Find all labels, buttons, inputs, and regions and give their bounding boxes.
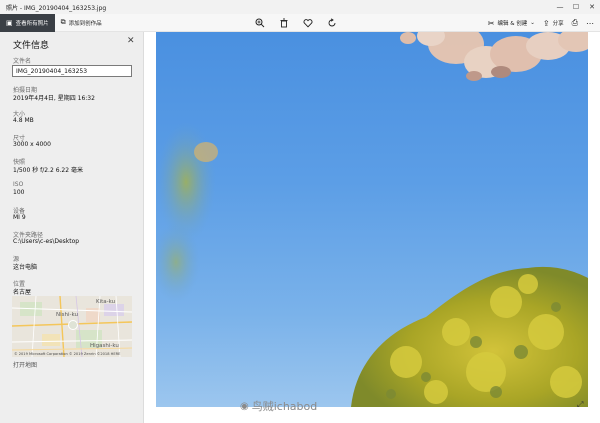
filename-label: 文件名 xyxy=(13,58,32,65)
open-map-link[interactable]: 打开地图 xyxy=(13,360,37,369)
size-value: 4.8 MB xyxy=(13,117,34,124)
edit-icon: ✂ xyxy=(487,18,495,28)
minimize-button[interactable]: — xyxy=(552,0,568,14)
watermark-text: 鸟贼ichabod xyxy=(251,400,318,413)
more-button[interactable]: ⋯ xyxy=(586,19,594,28)
location-map[interactable]: Kita-ku Nishi-ku Higashi-ku © 2019 Micro… xyxy=(12,296,132,357)
print-button[interactable]: ⎙ xyxy=(572,18,578,28)
resize-handle-icon[interactable]: ⤢ xyxy=(577,400,583,410)
edit-create-button[interactable]: ✂ 编辑 & 创建 ⌄ xyxy=(488,19,535,28)
toolbar-right: ✂ 编辑 & 创建 ⌄ ⇪ 分享 ⎙ ⋯ xyxy=(488,14,594,32)
filename-field[interactable] xyxy=(12,65,132,77)
photo-content xyxy=(156,32,588,407)
location-value: 名古屋 xyxy=(13,289,32,296)
map-label-kita: Kita-ku xyxy=(96,299,116,305)
window-title: 照片 - IMG_20190404_163253.jpg xyxy=(6,4,107,12)
iso-label: ISO xyxy=(13,181,24,188)
photo[interactable] xyxy=(156,32,588,407)
close-icon[interactable]: ✕ xyxy=(127,36,135,46)
folder-value: C:\Users\c-es\Desktop xyxy=(13,238,80,245)
weibo-icon: ◉ xyxy=(240,400,249,412)
map-copyright: © 2019 Microsoft Corporation © 2019 Zenr… xyxy=(14,352,121,356)
delete-icon[interactable] xyxy=(277,16,291,30)
iso-value: 100 xyxy=(13,189,25,196)
see-all-photos-button[interactable]: ▣ 查看所有照片 xyxy=(0,13,55,32)
share-icon: ⇪ xyxy=(542,18,550,28)
photos-icon: ▣ xyxy=(6,18,13,27)
file-info-panel: 文件信息 ✕ 文件名 拍摄日期 2019年4月4日, 星期四 16:32 大小 … xyxy=(0,32,144,423)
rotate-icon[interactable] xyxy=(325,16,339,30)
favorite-icon[interactable] xyxy=(301,16,315,30)
print-icon: ⎙ xyxy=(571,18,578,27)
map-pin-icon xyxy=(68,320,78,330)
device-value: MI 9 xyxy=(13,214,26,221)
toolbar: ▣ 查看所有照片 ⧉ 添加到创作品 ✂ 编辑 & 创建 ⌄ ⇪ 分享 ⎙ ⋯ xyxy=(0,13,600,32)
share-button[interactable]: ⇪ 分享 xyxy=(543,19,564,28)
add-creation-icon: ⧉ xyxy=(60,18,66,26)
toolbar-actions xyxy=(253,14,339,32)
dimensions-value: 3000 x 4000 xyxy=(13,141,51,148)
add-to-creation-label: 添加到创作品 xyxy=(68,20,102,27)
title-bar: 照片 - IMG_20190404_163253.jpg — ☐ ✕ xyxy=(0,0,600,14)
date-value: 2019年4月4日, 星期四 16:32 xyxy=(13,95,95,102)
zoom-icon[interactable] xyxy=(253,16,267,30)
more-icon: ⋯ xyxy=(586,18,594,28)
watermark: ◉ 鸟贼ichabod xyxy=(240,398,317,414)
edit-create-label: 编辑 & 创建 xyxy=(497,21,528,27)
map-label-higashi: Higashi-ku xyxy=(90,343,119,349)
map-label-nishi: Nishi-ku xyxy=(56,312,79,318)
add-to-creation-button[interactable]: ⧉ 添加到创作品 xyxy=(55,14,108,32)
see-all-photos-label: 查看所有照片 xyxy=(15,20,49,27)
maximize-button[interactable]: ☐ xyxy=(568,0,584,14)
photo-viewer xyxy=(145,32,600,423)
window-close-button[interactable]: ✕ xyxy=(584,0,600,14)
source-value: 这台电脑 xyxy=(13,264,38,271)
panel-title: 文件信息 xyxy=(13,41,50,51)
chevron-down-icon: ⌄ xyxy=(530,20,535,26)
shutter-value: 1/500 秒 f/2.2 6.22 毫米 xyxy=(13,167,83,174)
share-label: 分享 xyxy=(552,21,564,27)
